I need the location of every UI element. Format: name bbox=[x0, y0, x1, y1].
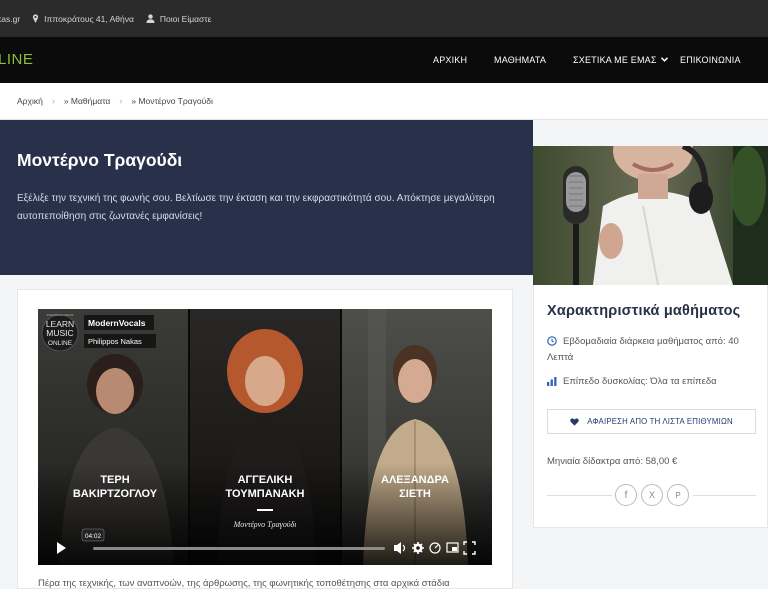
video-caption: Μοντέρνο Τραγούδι bbox=[233, 520, 297, 529]
breadcrumb-separator-icon: › bbox=[51, 96, 55, 106]
social-share: f X P bbox=[547, 483, 756, 507]
person-3-first-name: ΑΛΕΞΑΝΔΡΑ bbox=[381, 474, 449, 486]
video-logo-small-text: PHILIPPOS NAKAS bbox=[47, 313, 74, 317]
pinterest-share-icon[interactable]: P bbox=[667, 484, 689, 506]
nav-home[interactable]: ΑΡΧΙΚΗ bbox=[433, 55, 467, 65]
page-subtitle: Εξέλιξε την τεχνική της φωνής σου. Βελτί… bbox=[17, 193, 495, 222]
video-author-name: Philippos Nakas bbox=[88, 337, 142, 346]
address-item[interactable]: Ιπποκράτους 41, Αθήνα bbox=[32, 14, 134, 24]
page-title: Μοντέρνο Τραγούδι bbox=[17, 150, 183, 170]
difficulty-level-feature: Επίπεδο δυσκολίας: Όλα τα επίπεδα bbox=[547, 374, 717, 390]
course-video-player[interactable]: PHILIPPOS NAKAS LEARN MUSIC ONLINE Moder… bbox=[38, 309, 492, 565]
main-menu: ΑΡΧΙΚΗ ΜΑΘΗΜΑΤΑ ΣΧΕΤΙΚΑ ΜΕ ΕΜΑΣ ΕΠΙΚΟΙΝΩ… bbox=[0, 55, 768, 67]
x-share-icon[interactable]: X bbox=[641, 484, 663, 506]
person-2-first-name: ΑΓΓΕΛΙΚΗ bbox=[238, 474, 293, 486]
nav-about[interactable]: ΣΧΕΤΙΚΑ ΜΕ ΕΜΑΣ bbox=[573, 55, 668, 65]
video-frame: PHILIPPOS NAKAS LEARN MUSIC ONLINE Moder… bbox=[38, 309, 492, 565]
user-icon bbox=[146, 14, 155, 23]
nav-contact[interactable]: ΕΠΙΚΟΙΝΩΝΙΑ bbox=[680, 55, 741, 65]
breadcrumb-lessons[interactable]: » Μαθήματα bbox=[64, 96, 111, 106]
monthly-fee: Μηνιαία δίδακτρα από: 58,00 € bbox=[547, 456, 678, 467]
features-title: Χαρακτηριστικά μαθήματος bbox=[547, 303, 741, 319]
video-logo-line2: MUSIC bbox=[46, 328, 73, 338]
course-description: Πέρα της τεχνικής, των αναπνοών, της άρθ… bbox=[38, 578, 450, 589]
breadcrumb-current: » Μοντέρνο Τραγούδι bbox=[131, 96, 213, 106]
video-channel-name[interactable]: ModernVocals bbox=[88, 318, 146, 328]
video-time-tooltip: 04:02 bbox=[85, 533, 102, 540]
singer-photo-image bbox=[533, 146, 768, 285]
hero-banner: Μοντέρνο Τραγούδι Εξέλιξε την τεχνική τη… bbox=[0, 120, 533, 275]
heart-icon bbox=[570, 417, 579, 426]
chevron-down-icon bbox=[660, 57, 668, 62]
person-2-last-name: ΤΟΥΜΠΑΝΑΚΗ bbox=[226, 488, 305, 500]
clock-icon bbox=[547, 336, 557, 346]
main-navbar: LINE ΑΡΧΙΚΗ ΜΑΘΗΜΑΤΑ ΣΧΕΤΙΚΑ ΜΕ ΕΜΑΣ ΕΠΙ… bbox=[0, 37, 768, 83]
bar-chart-icon bbox=[547, 377, 557, 386]
person-1-last-name: ΒΑΚΙΡΤΖΟΓΛΟΥ bbox=[73, 488, 158, 500]
video-logo-line3: ONLINE bbox=[48, 340, 73, 347]
weekly-duration-feature: Εβδομαδιαία διάρκεια μαθήματος από: 40 Λε… bbox=[547, 336, 739, 363]
about-link[interactable]: Ποιοι Είμαστε bbox=[146, 14, 211, 24]
top-info-bar: kas.gr Ιπποκράτους 41, Αθήνα Ποιοι Είμασ… bbox=[0, 0, 768, 37]
website-link[interactable]: kas.gr bbox=[0, 14, 20, 24]
course-features-sidebar: Χαρακτηριστικά μαθήματος Εβδομαδιαία διά… bbox=[533, 285, 768, 528]
video-progress-bar[interactable] bbox=[93, 547, 385, 550]
breadcrumb-separator-icon: › bbox=[119, 96, 123, 106]
person-3-last-name: ΣΙΕΤΗ bbox=[399, 488, 431, 500]
nav-lessons[interactable]: ΜΑΘΗΜΑΤΑ bbox=[494, 55, 546, 65]
breadcrumb: Αρχική › » Μαθήματα › » Μοντέρνο Τραγούδ… bbox=[0, 83, 768, 120]
remove-from-wishlist-button[interactable]: ΑΦΑΙΡΕΣΗ ΑΠΟ ΤΗ ΛΙΣΤΑ ΕΠΙΘΥΜΙΩΝ bbox=[547, 409, 756, 434]
divider-line bbox=[547, 495, 612, 496]
person-1-first-name: ΤΕΡΗ bbox=[100, 474, 129, 486]
breadcrumb-home[interactable]: Αρχική bbox=[17, 96, 43, 106]
facebook-share-icon[interactable]: f bbox=[615, 484, 637, 506]
course-photo bbox=[533, 146, 768, 285]
location-pin-icon bbox=[33, 14, 39, 23]
divider-line bbox=[693, 495, 756, 496]
